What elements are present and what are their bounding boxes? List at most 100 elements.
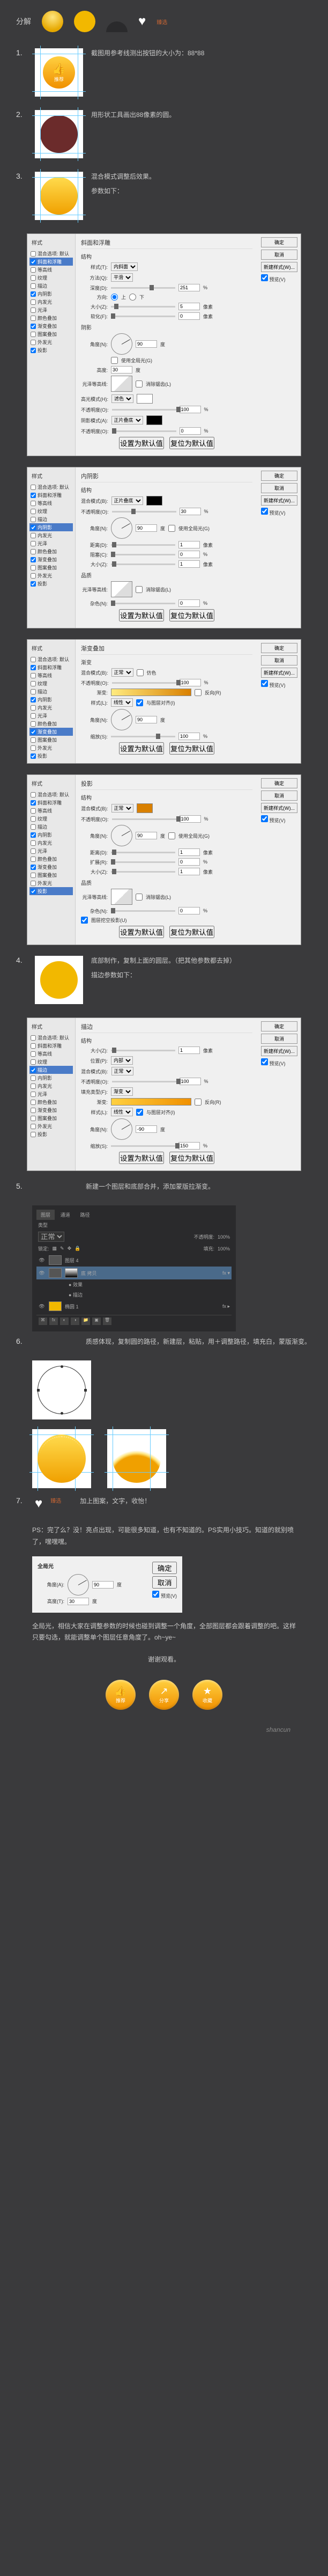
style-checkbox[interactable] <box>31 1116 36 1121</box>
hopacity-input[interactable] <box>180 406 201 413</box>
layer-name[interactable]: 底 拷贝 <box>81 1270 97 1277</box>
ok-button[interactable]: 确定 <box>261 471 297 481</box>
style-checkbox[interactable] <box>31 1092 36 1097</box>
scale-input[interactable] <box>178 1142 200 1150</box>
effects-label[interactable]: ● 效果 <box>69 1281 83 1288</box>
reset-default-button[interactable]: 复位为默认值 <box>169 609 214 621</box>
newstyle-button[interactable]: 新建样式(W)... <box>261 495 297 506</box>
angle-dial[interactable] <box>68 1574 89 1596</box>
angle-input[interactable] <box>136 716 157 723</box>
style-checkbox[interactable] <box>31 324 36 329</box>
dither-checkbox[interactable] <box>137 669 144 676</box>
globallight-checkbox[interactable] <box>168 525 175 532</box>
angle-input[interactable] <box>136 832 157 839</box>
opacity-slider[interactable] <box>112 1081 176 1082</box>
opacity-input[interactable] <box>180 679 201 686</box>
sopacity-input[interactable] <box>180 427 201 435</box>
style-checkbox[interactable] <box>31 832 36 838</box>
noise-input[interactable] <box>178 907 200 914</box>
newstyle-button[interactable]: 新建样式(W)... <box>261 1046 297 1056</box>
style-checkbox[interactable] <box>31 1035 36 1041</box>
blend-select[interactable]: 正片叠底 <box>111 496 143 505</box>
style-checkbox[interactable] <box>31 1043 36 1049</box>
style-checkbox[interactable] <box>31 824 36 830</box>
style-checkbox[interactable] <box>31 291 36 297</box>
style-checkbox[interactable] <box>31 737 36 743</box>
gradstyle-select[interactable]: 线性 <box>111 698 133 707</box>
style-checkbox[interactable] <box>31 865 36 870</box>
color-swatch[interactable] <box>146 496 162 506</box>
set-default-button[interactable]: 设置为默认值 <box>119 437 164 449</box>
size-input[interactable] <box>178 868 200 875</box>
angle-input[interactable] <box>92 1581 114 1589</box>
layers-tab[interactable]: 图层 <box>36 1210 55 1220</box>
set-default-button[interactable]: 设置为默认值 <box>119 926 164 938</box>
opacity-value[interactable]: 100% <box>218 1234 230 1240</box>
style-checkbox[interactable] <box>31 816 36 822</box>
gradient-picker[interactable] <box>111 1098 191 1106</box>
style-checkbox[interactable] <box>31 1084 36 1089</box>
style-checkbox[interactable] <box>31 493 36 498</box>
align-checkbox[interactable] <box>136 1109 143 1116</box>
shadow-color[interactable] <box>146 415 162 425</box>
style-checkbox[interactable] <box>31 340 36 345</box>
contour-picker[interactable] <box>111 889 132 905</box>
style-checkbox[interactable] <box>31 485 36 490</box>
style-checkbox[interactable] <box>31 1108 36 1113</box>
angle-dial[interactable] <box>111 517 132 539</box>
preview-checkbox[interactable] <box>261 274 268 281</box>
ok-button[interactable]: 确定 <box>261 237 297 247</box>
fx-icon[interactable]: fx ▸ <box>222 1304 230 1309</box>
style-checkbox[interactable] <box>31 308 36 313</box>
layer-name[interactable]: 图层 4 <box>65 1257 79 1264</box>
angle-dial[interactable] <box>111 825 132 846</box>
opacity-input[interactable] <box>180 1078 201 1085</box>
opacity-input[interactable] <box>180 815 201 823</box>
depth-slider[interactable] <box>111 287 175 289</box>
filltype-select[interactable]: 渐变 <box>111 1087 133 1096</box>
contour-picker[interactable] <box>111 581 132 597</box>
scale-slider[interactable] <box>111 1145 175 1147</box>
noise-slider[interactable] <box>111 910 175 912</box>
style-checkbox[interactable] <box>31 713 36 719</box>
style-checkbox[interactable] <box>31 348 36 353</box>
globallight-checkbox[interactable] <box>111 357 118 364</box>
style-checkbox[interactable] <box>31 689 36 694</box>
style-checkbox[interactable] <box>31 251 36 257</box>
style-checkbox[interactable] <box>31 581 36 587</box>
preview-checkbox[interactable] <box>152 1591 159 1598</box>
style-checkbox[interactable] <box>31 753 36 759</box>
style-checkbox[interactable] <box>31 857 36 862</box>
scale-slider[interactable] <box>111 736 175 737</box>
style-checkbox[interactable] <box>31 517 36 522</box>
soften-input[interactable] <box>178 312 200 320</box>
dir-up-radio[interactable] <box>111 294 118 301</box>
style-checkbox[interactable] <box>31 1059 36 1065</box>
style-checkbox[interactable] <box>31 283 36 289</box>
align-checkbox[interactable] <box>136 699 143 706</box>
style-checkbox[interactable] <box>31 533 36 538</box>
spread-input[interactable] <box>178 858 200 866</box>
cancel-button[interactable]: 取消 <box>261 1034 297 1044</box>
depth-input[interactable] <box>178 284 200 291</box>
blend-select[interactable]: 正常 <box>111 804 133 813</box>
style-checkbox[interactable] <box>31 275 36 281</box>
cancel-button[interactable]: 取消 <box>261 791 297 801</box>
style-checkbox[interactable] <box>31 745 36 751</box>
newstyle-button[interactable]: 新建样式(W)... <box>261 262 297 272</box>
angle-input[interactable] <box>136 1125 157 1133</box>
style-checkbox[interactable] <box>31 697 36 702</box>
style-checkbox[interactable] <box>31 705 36 711</box>
style-checkbox[interactable] <box>31 721 36 727</box>
choke-input[interactable] <box>178 551 200 558</box>
style-checkbox[interactable] <box>31 729 36 735</box>
style-checkbox[interactable] <box>31 1051 36 1057</box>
set-default-button[interactable]: 设置为默认值 <box>119 742 164 755</box>
sopacity-slider[interactable] <box>112 430 176 432</box>
method-select[interactable]: 平滑 <box>111 273 133 282</box>
style-checkbox[interactable] <box>31 848 36 854</box>
choke-slider[interactable] <box>111 554 175 555</box>
style-checkbox[interactable] <box>31 873 36 878</box>
preview-checkbox[interactable] <box>261 815 268 822</box>
ok-button[interactable]: 确定 <box>261 1021 297 1031</box>
